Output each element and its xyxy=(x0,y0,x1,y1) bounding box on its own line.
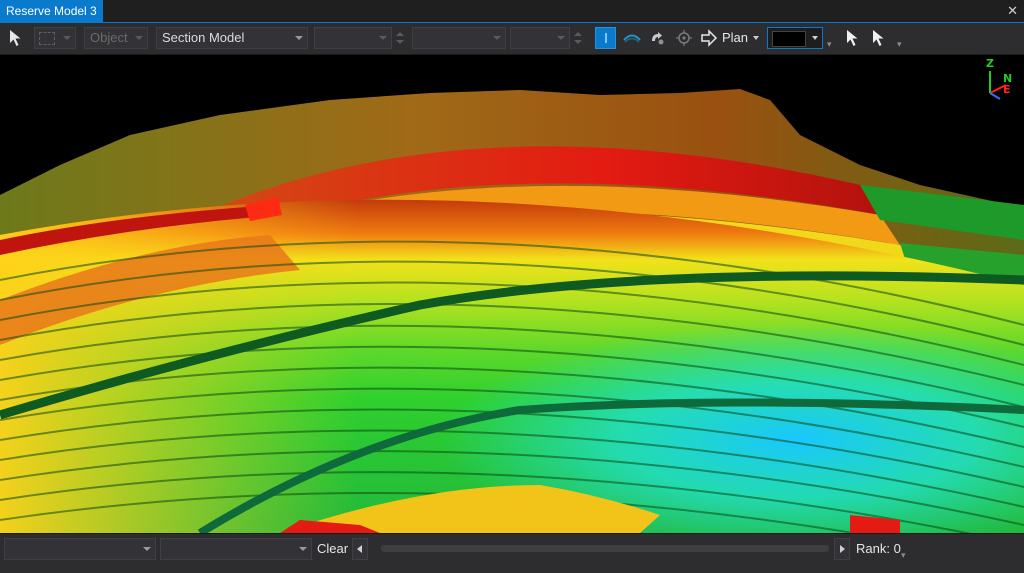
reserve-model-render: Z N E xyxy=(0,57,1024,533)
status-overflow-icon: ▾ xyxy=(901,550,906,560)
object-combo-value: Object xyxy=(90,30,128,45)
view-direction-label: Plan xyxy=(722,30,749,45)
selection-mode-dropdown[interactable] xyxy=(34,27,76,49)
arc-surface-icon[interactable] xyxy=(621,27,643,49)
pick-pointer-alt-icon[interactable] xyxy=(868,27,890,49)
toolbar: Object Section Model Plan ▾ ▾ xyxy=(0,23,1024,55)
coord-combo-2[interactable] xyxy=(412,27,506,49)
coord-spinner-3[interactable] xyxy=(573,27,583,49)
window-tab[interactable]: Reserve Model 3 xyxy=(0,0,103,22)
dashed-box-icon xyxy=(39,32,55,45)
bottom-combo-2[interactable] xyxy=(160,538,312,560)
scroll-track[interactable] xyxy=(381,545,829,552)
select-arrow-icon[interactable] xyxy=(6,27,28,49)
coord-combo-3[interactable] xyxy=(510,27,570,49)
pick-pointer-icon[interactable] xyxy=(842,27,864,49)
section-icon xyxy=(605,33,607,43)
clear-button[interactable]: Clear xyxy=(317,538,348,560)
section-view-toggle-button[interactable] xyxy=(595,27,616,49)
title-bar: Reserve Model 3 ✕ xyxy=(0,0,1024,23)
scroll-right-button[interactable] xyxy=(834,538,850,560)
color-swatch-dropdown[interactable] xyxy=(767,27,823,49)
bottom-combo-1[interactable] xyxy=(4,538,156,560)
scroll-left-button[interactable] xyxy=(352,538,368,560)
chevron-down-icon xyxy=(812,36,818,40)
axis-triad: Z N E xyxy=(986,57,1012,100)
object-combo[interactable]: Object xyxy=(84,27,148,49)
coord-combo-1[interactable] xyxy=(314,27,392,49)
rank-label: Rank: 0 xyxy=(856,541,901,556)
overflow-dots-icon: ▾ xyxy=(827,39,832,49)
camera-rotate-icon[interactable] xyxy=(647,27,669,49)
view-direction-button[interactable]: Plan xyxy=(700,27,764,49)
arrow-right-icon xyxy=(701,29,718,47)
coord-spinner-1[interactable] xyxy=(395,27,405,49)
axis-e-label: E xyxy=(1003,83,1011,96)
target-icon[interactable] xyxy=(673,27,695,49)
section-model-value: Section Model xyxy=(162,30,245,45)
status-bar: Clear Rank: 0 ▾ xyxy=(0,533,1024,573)
color-swatch xyxy=(772,31,806,47)
toolbar-overflow-icon: ▾ xyxy=(897,39,902,49)
close-icon[interactable]: ✕ xyxy=(1007,2,1018,20)
chevron-left-icon xyxy=(357,545,362,553)
rank-scrollbar[interactable] xyxy=(372,542,834,556)
3d-viewport[interactable]: Z N E xyxy=(0,55,1024,533)
section-model-combo[interactable]: Section Model xyxy=(156,27,308,49)
chevron-down-icon xyxy=(753,36,759,40)
axis-z-label: Z xyxy=(986,57,994,70)
chevron-right-icon xyxy=(840,545,845,553)
